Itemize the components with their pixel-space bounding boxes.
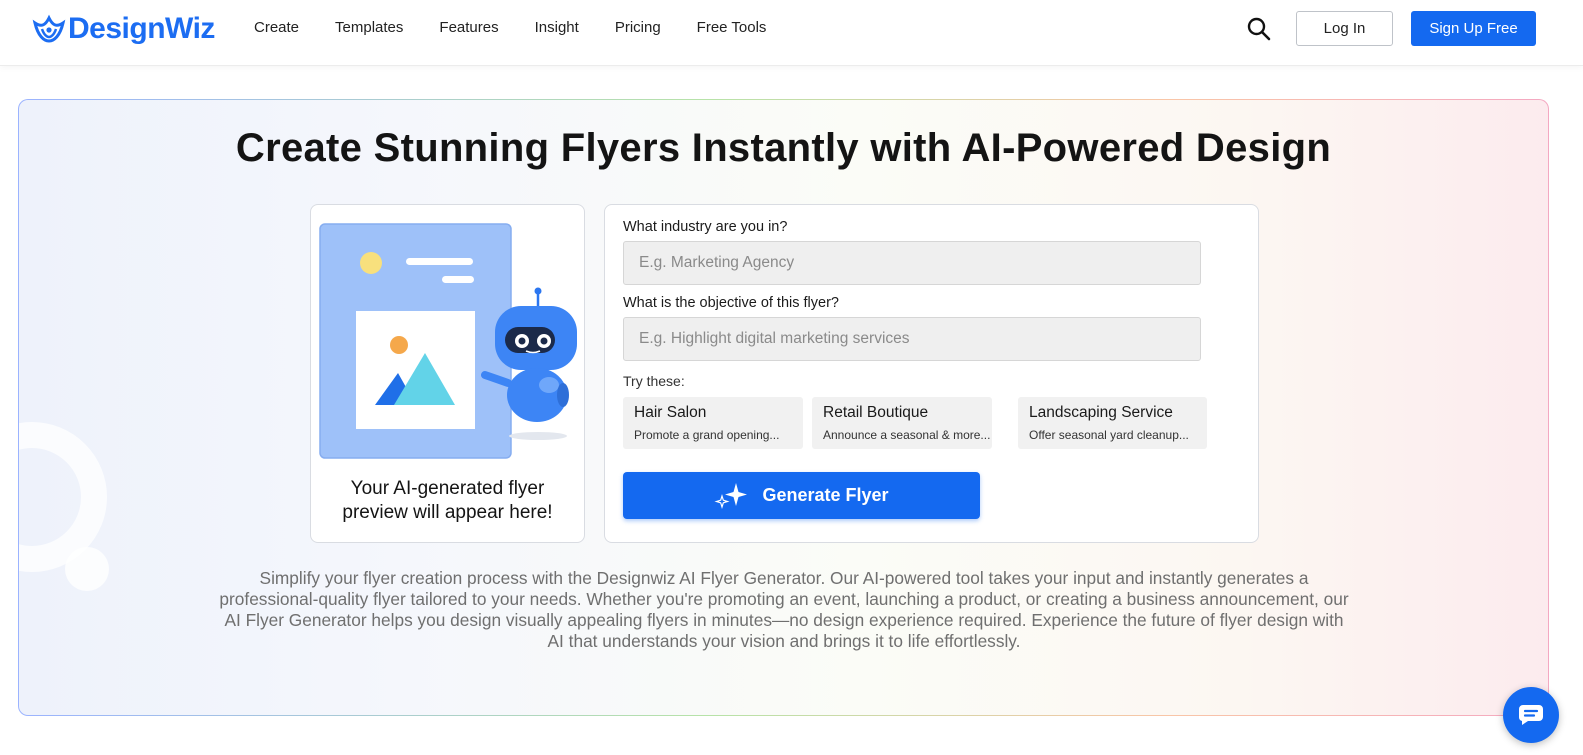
suggestion-subtitle: Promote a grand opening...	[634, 428, 780, 442]
suggestion-title: Hair Salon	[634, 404, 707, 421]
nav-templates[interactable]: Templates	[335, 18, 403, 38]
nav-create[interactable]: Create	[254, 18, 299, 38]
hero-background: Create Stunning Flyers Instantly with AI…	[19, 100, 1548, 715]
suggestion-chip-hair-salon[interactable]: Hair Salon Promote a grand opening...	[623, 397, 803, 449]
flyer-preview-card: Your AI-generated flyer preview will app…	[310, 204, 585, 543]
suggestion-subtitle: Announce a seasonal & more...	[823, 428, 991, 442]
sparkle-icon	[714, 482, 748, 509]
nav-free-tools[interactable]: Free Tools	[697, 18, 767, 38]
designwiz-logo-icon	[32, 14, 66, 43]
login-button[interactable]: Log In	[1296, 11, 1393, 46]
designwiz-logo[interactable]: DesignWiz	[32, 12, 215, 46]
chat-icon	[1518, 705, 1543, 725]
preview-caption-line1: Your AI-generated flyer	[350, 478, 545, 499]
industry-label: What industry are you in?	[623, 219, 788, 235]
flyer-form-card: What industry are you in? What is the ob…	[604, 204, 1259, 543]
chat-widget-button[interactable]	[1503, 687, 1559, 743]
preview-placeholder-text: Your AI-generated flyer preview will app…	[311, 477, 584, 525]
generate-flyer-label: Generate Flyer	[762, 485, 889, 505]
hero-section: Create Stunning Flyers Instantly with AI…	[18, 99, 1549, 716]
suggestion-title: Retail Boutique	[823, 404, 929, 421]
page-title: Create Stunning Flyers Instantly with AI…	[235, 126, 1332, 170]
main-nav: Create Templates Features Insight Pricin…	[254, 18, 802, 38]
objective-label: What is the objective of this flyer?	[623, 295, 839, 311]
signup-button[interactable]: Sign Up Free	[1411, 11, 1536, 46]
suggestion-subtitle: Offer seasonal yard cleanup...	[1029, 428, 1189, 442]
nav-features[interactable]: Features	[439, 18, 498, 38]
decorative-dot	[65, 547, 109, 591]
try-these-label: Try these:	[623, 373, 685, 389]
suggestion-chip-landscaping-service[interactable]: Landscaping Service Offer seasonal yard …	[1018, 397, 1207, 449]
search-button[interactable]	[1244, 14, 1274, 44]
suggestion-title: Landscaping Service	[1029, 404, 1173, 421]
top-navbar: DesignWiz Create Templates Features Insi…	[0, 0, 1583, 66]
brand-name: DesignWiz	[68, 12, 215, 45]
generate-flyer-button[interactable]: Generate Flyer	[623, 472, 980, 519]
search-icon	[1247, 17, 1271, 41]
hero-description: Simplify your flyer creation process wit…	[219, 568, 1349, 651]
flyer-robot-illustration	[319, 223, 577, 459]
nav-pricing[interactable]: Pricing	[615, 18, 661, 38]
suggestion-chip-retail-boutique[interactable]: Retail Boutique Announce a seasonal & mo…	[812, 397, 992, 449]
nav-insight[interactable]: Insight	[535, 18, 579, 38]
industry-input[interactable]	[623, 241, 1201, 285]
preview-caption-line2: preview will appear here!	[342, 502, 553, 523]
objective-input[interactable]	[623, 317, 1201, 361]
